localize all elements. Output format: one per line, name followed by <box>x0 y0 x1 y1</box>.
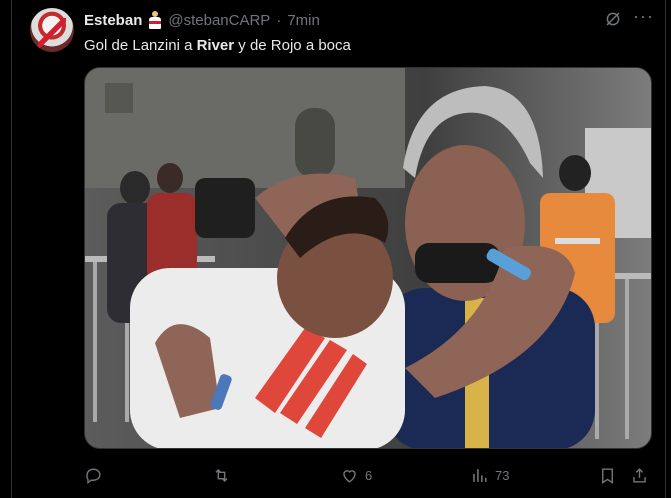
share-button[interactable] <box>630 462 649 488</box>
user-handle[interactable]: @stebanCARP <box>168 12 270 29</box>
views-count: 73 <box>495 467 510 483</box>
bookmark-icon <box>602 467 613 484</box>
right-panel-border <box>665 0 671 498</box>
separator-dot: · <box>276 11 282 29</box>
tweet-text: Gol de Lanzini a River y de Rojo a boca <box>84 36 351 56</box>
grok-icon[interactable] <box>604 10 622 28</box>
reply-icon <box>86 467 101 484</box>
reply-button[interactable] <box>84 462 109 488</box>
timestamp[interactable]: 7min <box>287 12 320 29</box>
heart-icon <box>343 469 356 483</box>
views-button[interactable]: 73 <box>470 462 509 488</box>
like-count: 6 <box>365 467 373 483</box>
photo-illustration <box>85 68 651 448</box>
tweet-text-part1: Gol de Lanzini a <box>84 37 197 54</box>
retweet-icon <box>215 468 228 482</box>
river-fan-emoji-icon <box>148 11 162 29</box>
views-icon <box>473 468 487 482</box>
display-name[interactable]: Esteban <box>84 12 142 29</box>
like-button[interactable]: 6 <box>340 462 372 488</box>
tweet-actions: 6 73 <box>84 462 652 488</box>
left-panel-border <box>0 0 12 498</box>
bookmark-button[interactable] <box>598 462 617 488</box>
more-icon[interactable]: ··· <box>633 7 653 29</box>
avatar[interactable] <box>30 8 74 52</box>
tweet-photo[interactable] <box>84 67 652 449</box>
tweet-text-part2: y de Rojo a boca <box>234 37 351 54</box>
retweet-button[interactable] <box>212 462 237 488</box>
tweet-text-bold: River <box>196 37 235 54</box>
share-icon <box>633 467 646 483</box>
tweet-header: Esteban @stebanCARP · 7min <box>84 10 320 30</box>
